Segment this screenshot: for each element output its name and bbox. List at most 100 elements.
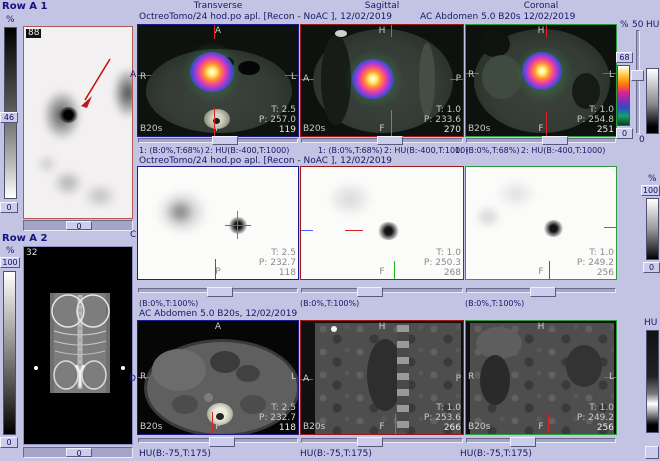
orientation-right: L xyxy=(608,372,614,382)
row-a1-slider-thumb[interactable]: 0 xyxy=(66,221,92,231)
viewport-ct-coronal[interactable]: H F R L B20s T: 1.0 P: 249.2 256 xyxy=(465,320,617,435)
viewport-ct-topogram[interactable]: 32 xyxy=(23,246,133,445)
viewport-spect-sagittal[interactable]: F T: 1.0 P: 250.3 268 xyxy=(300,166,464,280)
row-a2-gray-colorbar[interactable] xyxy=(3,271,16,435)
row-a2-slider-thumb[interactable]: 0 xyxy=(66,448,92,458)
faint-uptake xyxy=(36,153,58,175)
row-a1-slice-slider[interactable]: 0 xyxy=(23,220,133,231)
window-setting: (B:0%,T:100%) xyxy=(139,299,199,308)
window-setting-2: 2: HU(B:-400,T:1000) xyxy=(521,146,606,155)
hotspot xyxy=(522,52,562,90)
fused-color-scale[interactable] xyxy=(617,65,630,126)
bowel xyxy=(210,351,240,373)
bowel xyxy=(236,365,260,382)
orientation-bottom: P xyxy=(215,422,221,432)
viewport-ct-transverse[interactable]: A P R L B20s T: 2.5 P: 232.7 118 xyxy=(137,320,299,435)
fused-low-value[interactable]: 0 xyxy=(616,128,633,139)
spine-column xyxy=(397,325,409,431)
window-setting-1: 1: (B:0%,T:68%) xyxy=(455,146,520,155)
scroll-thumb[interactable] xyxy=(377,136,403,145)
orientation-bottom: F xyxy=(538,124,544,134)
orientation-bottom: P xyxy=(215,124,221,134)
hotspot xyxy=(190,52,234,92)
orientation-bottom: F xyxy=(379,267,385,277)
column-header-coronal: Coronal xyxy=(523,1,559,11)
window-setting-1: 1: (B:0%,T:68%) xyxy=(139,146,204,155)
liver xyxy=(476,327,522,359)
scroll-thumb[interactable] xyxy=(542,136,568,145)
faint-uptake xyxy=(496,179,536,209)
kidney-left xyxy=(172,395,198,414)
spect-gray-scale[interactable] xyxy=(646,198,659,260)
annotation-arrow-icon xyxy=(81,58,111,108)
lesion-spot xyxy=(377,222,400,240)
calcification xyxy=(331,326,337,332)
orientation-left: R xyxy=(140,72,147,82)
ref-line-vertical xyxy=(546,112,547,136)
hotspot xyxy=(352,59,394,99)
faint-uptake xyxy=(327,181,373,217)
scroll-thumb[interactable] xyxy=(357,287,383,297)
row-a2-high-value[interactable]: 100 xyxy=(0,257,20,268)
viewport-fused-coronal[interactable]: H F R L B20s T: 1.0 P: 254.8 251 xyxy=(465,24,617,137)
row-a1-mid-value[interactable]: 46 xyxy=(0,112,18,123)
scroll-thumb[interactable] xyxy=(209,437,235,447)
kernel-label: B20s xyxy=(140,422,163,432)
window-setting-2: 2: HU(B:-400,T:1000) xyxy=(205,146,290,155)
bowel-dark-region xyxy=(572,73,600,109)
topogram-graphic xyxy=(34,293,125,393)
row-a2-percent-label: % xyxy=(6,246,15,256)
fused-threshold-value[interactable]: 68 xyxy=(616,52,633,63)
blend-slider-thumb[interactable] xyxy=(631,70,644,81)
ref-line-vertical xyxy=(546,25,547,37)
scroll-thumb[interactable] xyxy=(207,287,233,297)
sidebar-corner-box[interactable] xyxy=(645,446,659,459)
scroll-thumb[interactable] xyxy=(530,287,556,297)
row-label-a: A xyxy=(130,70,137,80)
ct-gray-scale-bottom[interactable] xyxy=(646,330,659,433)
spinal-canal xyxy=(216,413,224,420)
ref-line-horizontal xyxy=(604,227,616,228)
kernel-label: B20s xyxy=(468,422,491,432)
ref-line-vertical xyxy=(548,414,549,434)
row-a1-low-value[interactable]: 0 xyxy=(0,202,18,213)
viewport-spect-coronal[interactable]: F T: 1.0 P: 249.2 256 xyxy=(465,166,617,280)
spect-high-value[interactable]: 100 xyxy=(641,185,660,196)
orientation-right: L xyxy=(290,72,296,82)
row-label-d: D xyxy=(129,374,136,384)
scroll-thumb[interactable] xyxy=(212,136,238,145)
orientation-top: H xyxy=(378,322,386,332)
orientation-top: A xyxy=(214,322,222,332)
scroll-thumb[interactable] xyxy=(357,437,383,447)
row-a2-slice-slider[interactable]: 0 xyxy=(23,447,133,458)
orientation-bottom: F xyxy=(538,267,544,277)
ref-line-vertical xyxy=(212,412,213,434)
liver xyxy=(152,349,206,391)
ref-line-vertical xyxy=(391,25,392,37)
orientation-bottom: F xyxy=(379,124,385,134)
window-setting-hu: HU(B:-75,T:175) xyxy=(139,449,211,459)
scroll-thumb[interactable] xyxy=(510,437,536,447)
viewport-ct-sagittal[interactable]: H F A P B20s T: 1.0 P: 253.6 266 xyxy=(300,320,464,435)
slice-scrollbar-coronal[interactable] xyxy=(466,438,616,443)
frame-number-badge: 32 xyxy=(26,248,38,258)
row-label-c: C xyxy=(130,230,137,240)
viewport-fused-sagittal[interactable]: H F A P B20s T: 1.0 P: 233.6 270 xyxy=(300,24,464,137)
sidebar-hu-label: HU xyxy=(646,20,660,30)
ref-line-vertical xyxy=(549,261,550,279)
slice-info: T: 1.0 P: 233.6 270 xyxy=(423,105,461,135)
viewport-fused-transverse[interactable]: A P R L B20s T: 2.5 P: 257.0 119 xyxy=(137,24,299,137)
aorta xyxy=(204,393,213,402)
orientation-right: L xyxy=(290,372,296,382)
window-setting: (B:0%,T:100%) xyxy=(465,299,525,308)
frame-number-badge: 88 xyxy=(26,28,42,38)
row-a2-low-value[interactable]: 0 xyxy=(0,437,18,448)
spect-low-value[interactable]: 0 xyxy=(643,262,660,273)
crosshair-horizontal xyxy=(345,230,363,231)
blend-slider[interactable] xyxy=(636,30,640,134)
viewport-spect-transverse[interactable]: P T: 2.5 P: 232.7 118 xyxy=(137,166,299,280)
slice-scrollbar-coronal[interactable] xyxy=(466,138,616,143)
ct-gray-scale-top[interactable] xyxy=(646,68,659,134)
viewport-planar-anterior[interactable]: 88 xyxy=(23,26,133,219)
nuclear-medicine-viewer: Row A 1 % 46 0 88 0 Row A 2 % 100 0 32 0… xyxy=(0,0,660,461)
